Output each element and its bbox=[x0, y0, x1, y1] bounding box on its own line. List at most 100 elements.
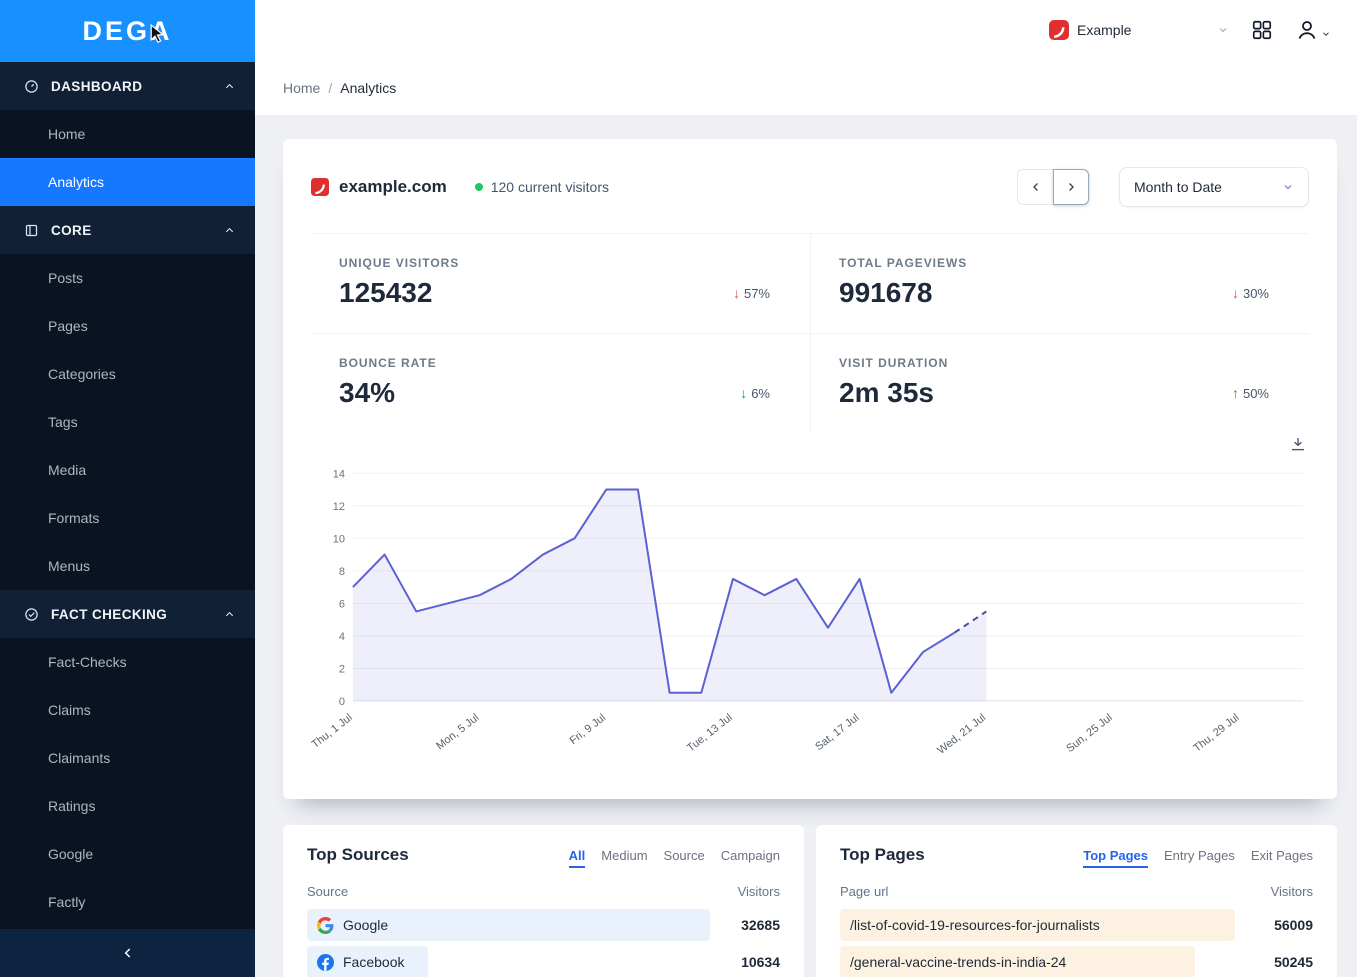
sidebar-item-posts[interactable]: Posts bbox=[0, 254, 255, 302]
sidebar-item-label: Google bbox=[48, 846, 93, 862]
table-row[interactable]: Google 32685 bbox=[307, 909, 780, 941]
sidebar-section-dashboard[interactable]: DASHBOARD bbox=[0, 62, 255, 110]
tab-campaign[interactable]: Campaign bbox=[721, 848, 780, 868]
sidebar-item-ratings[interactable]: Ratings bbox=[0, 782, 255, 830]
prev-period-button[interactable] bbox=[1017, 169, 1053, 205]
column-visitors: Visitors bbox=[1271, 884, 1313, 899]
sidebar-item-fact-checks[interactable]: Fact-Checks bbox=[0, 638, 255, 686]
dashboard-icon bbox=[24, 79, 39, 94]
google-icon bbox=[317, 917, 334, 934]
chevron-up-icon bbox=[224, 225, 235, 236]
svg-text:4: 4 bbox=[339, 631, 345, 643]
stat-value: 991678 bbox=[839, 277, 932, 309]
sidebar-item-pages[interactable]: Pages bbox=[0, 302, 255, 350]
sidebar-section-fact-checking[interactable]: FACT CHECKING bbox=[0, 590, 255, 638]
source-label: Google bbox=[343, 917, 388, 933]
sidebar-item-media[interactable]: Media bbox=[0, 446, 255, 494]
sidebar-item-categories[interactable]: Categories bbox=[0, 350, 255, 398]
user-menu[interactable] bbox=[1295, 18, 1331, 42]
table-row[interactable]: /general-vaccine-trends-in-india-24 5024… bbox=[840, 946, 1313, 977]
topbar: Example bbox=[255, 0, 1357, 60]
app-logo-text: DEGA bbox=[82, 16, 172, 47]
top-sources-card: Top Sources All Medium Source Campaign S… bbox=[283, 825, 804, 977]
stat-value: 34% bbox=[339, 377, 395, 409]
sidebar-item-label: Media bbox=[48, 462, 86, 478]
table-row[interactable]: Facebook 10634 bbox=[307, 946, 780, 977]
table-header: Source Visitors bbox=[307, 872, 780, 909]
fact-checking-icon bbox=[24, 607, 39, 622]
sidebar-item-google[interactable]: Google bbox=[0, 830, 255, 878]
sidebar-item-analytics[interactable]: Analytics bbox=[0, 158, 255, 206]
svg-text:Thu, 29 Jul: Thu, 29 Jul bbox=[1191, 712, 1241, 755]
svg-text:10: 10 bbox=[333, 533, 345, 545]
sidebar-item-tags[interactable]: Tags bbox=[0, 398, 255, 446]
column-visitors: Visitors bbox=[738, 884, 780, 899]
tab-source[interactable]: Source bbox=[664, 848, 705, 868]
sidebar-section-core[interactable]: CORE bbox=[0, 206, 255, 254]
source-label: Facebook bbox=[343, 954, 404, 970]
tab-top-pages[interactable]: Top Pages bbox=[1083, 848, 1148, 868]
sidebar-item-claimants[interactable]: Claimants bbox=[0, 734, 255, 782]
trend-down-icon: ↓ bbox=[733, 285, 740, 301]
svg-text:Tue, 13 Jul: Tue, 13 Jul bbox=[685, 712, 735, 755]
breadcrumb-home[interactable]: Home bbox=[283, 80, 320, 96]
range-pager bbox=[1017, 169, 1089, 205]
site-domain: example.com bbox=[339, 177, 447, 197]
sidebar-item-menus[interactable]: Menus bbox=[0, 542, 255, 590]
content: example.com 120 current visitors bbox=[255, 115, 1357, 977]
svg-text:Fri, 9 Jul: Fri, 9 Jul bbox=[568, 712, 609, 747]
sidebar-item-label: Pages bbox=[48, 318, 88, 334]
sidebar-item-label: Tags bbox=[48, 414, 78, 430]
sidebar-section-label: CORE bbox=[51, 223, 92, 238]
stat-label: TOTAL PAGEVIEWS bbox=[839, 256, 1269, 270]
tab-entry-pages[interactable]: Entry Pages bbox=[1164, 848, 1235, 868]
tab-exit-pages[interactable]: Exit Pages bbox=[1251, 848, 1313, 868]
sidebar-item-formats[interactable]: Formats bbox=[0, 494, 255, 542]
table-header: Page url Visitors bbox=[840, 872, 1313, 909]
sidebar-collapse-button[interactable] bbox=[0, 929, 255, 977]
org-select[interactable]: Example bbox=[1049, 20, 1229, 40]
trend-down-icon: ↓ bbox=[740, 385, 747, 401]
sidebar-item-label: Claims bbox=[48, 702, 91, 718]
sidebar-item-claims[interactable]: Claims bbox=[0, 686, 255, 734]
apps-grid-icon[interactable] bbox=[1251, 19, 1273, 41]
sidebar-item-label: Analytics bbox=[48, 174, 104, 190]
sidebar-item-label: Categories bbox=[48, 366, 116, 382]
top-sources-tabs: All Medium Source Campaign bbox=[569, 848, 780, 868]
stats-grid: UNIQUE VISITORS 125432 ↓57% TOTAL PAGEVI… bbox=[311, 233, 1309, 433]
sidebar-item-label: Formats bbox=[48, 510, 99, 526]
sidebar-nav: DASHBOARD Home Analytics CORE Posts Page… bbox=[0, 62, 255, 929]
date-range-select[interactable]: Month to Date bbox=[1119, 167, 1309, 207]
main-area: Example Home / Analytics bbox=[255, 0, 1357, 977]
app-logo[interactable]: DEGA bbox=[0, 0, 255, 62]
page-visitors: 56009 bbox=[1243, 909, 1313, 941]
sidebar-item-label: Home bbox=[48, 126, 85, 142]
sidebar-item-factly[interactable]: Factly bbox=[0, 878, 255, 926]
stat-value: 125432 bbox=[339, 277, 432, 309]
chart-toolbar bbox=[311, 433, 1309, 453]
org-select-value: Example bbox=[1077, 22, 1131, 38]
download-icon[interactable] bbox=[1289, 435, 1307, 453]
stat-total-pageviews: TOTAL PAGEVIEWS 991678 ↓30% bbox=[810, 234, 1309, 333]
stat-delta-value: 57% bbox=[744, 286, 770, 301]
stat-delta: ↓ 57% bbox=[733, 285, 770, 301]
page-url: /list-of-covid-19-resources-for-journali… bbox=[850, 917, 1100, 933]
stat-unique-visitors: UNIQUE VISITORS 125432 ↓57% bbox=[311, 234, 810, 333]
chevron-right-icon bbox=[1064, 180, 1078, 194]
stat-delta: ↑50% bbox=[1232, 385, 1269, 401]
stat-delta: ↓30% bbox=[1232, 285, 1269, 301]
table-row[interactable]: /list-of-covid-19-resources-for-journali… bbox=[840, 909, 1313, 941]
svg-text:Sun, 25 Jul: Sun, 25 Jul bbox=[1064, 712, 1115, 755]
tab-all[interactable]: All bbox=[569, 848, 586, 868]
column-page-url: Page url bbox=[840, 884, 888, 899]
svg-text:12: 12 bbox=[333, 501, 345, 513]
site-info: example.com 120 current visitors bbox=[311, 177, 609, 197]
chevron-down-icon bbox=[1321, 29, 1331, 39]
svg-text:Sat, 17 Jul: Sat, 17 Jul bbox=[813, 712, 861, 753]
stat-label: VISIT DURATION bbox=[839, 356, 1269, 370]
sidebar-item-home[interactable]: Home bbox=[0, 110, 255, 158]
tab-medium[interactable]: Medium bbox=[601, 848, 647, 868]
next-period-button[interactable] bbox=[1053, 169, 1089, 205]
trend-up-icon: ↑ bbox=[1232, 385, 1239, 401]
user-icon bbox=[1295, 18, 1319, 42]
